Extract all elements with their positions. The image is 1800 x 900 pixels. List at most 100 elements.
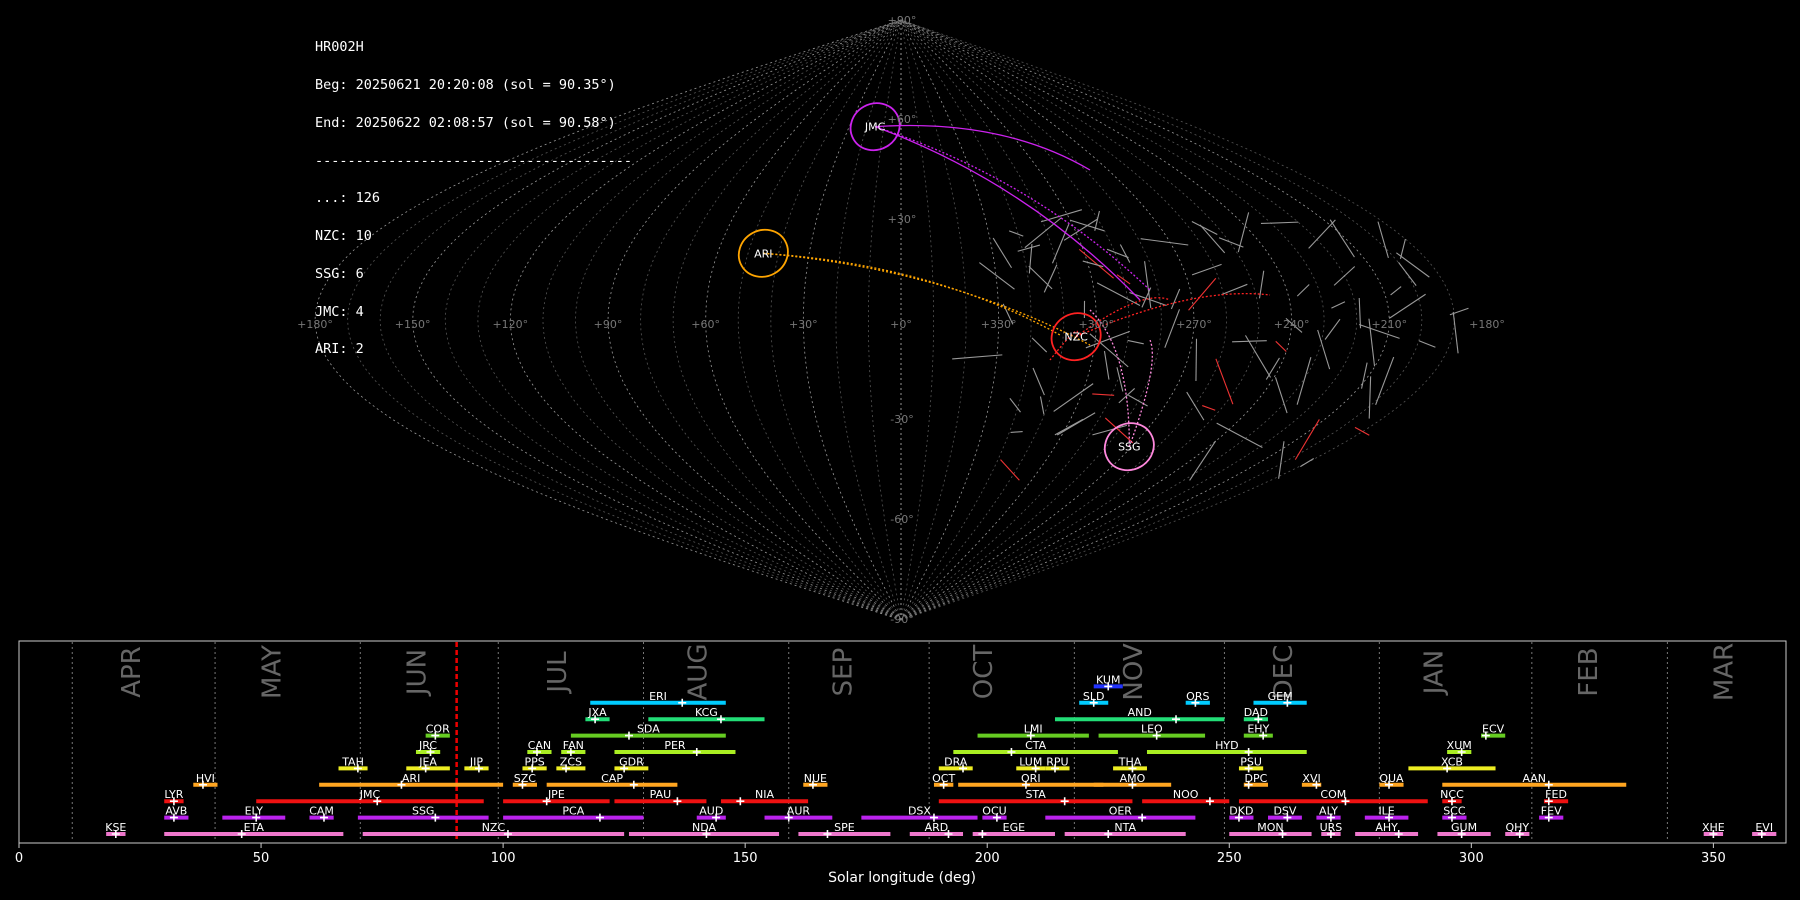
shower-label: ERI	[649, 690, 667, 703]
shower-label: JRC	[418, 739, 437, 752]
shower-label: AUR	[787, 805, 811, 818]
shower-label: SDA	[637, 723, 660, 736]
shower-label: CAN	[528, 739, 551, 752]
shower-label: CAP	[601, 772, 623, 785]
peak-marker	[1060, 797, 1069, 806]
peak-marker	[673, 797, 682, 806]
shower-bars: KUM ERI SLD ORS GEM JXA KCG AND DAD COR SDA LMI LEO E…	[105, 673, 1777, 838]
shower-label: AND	[1128, 706, 1152, 719]
shower-label: ORS	[1186, 690, 1209, 703]
x-tick-label: 200	[975, 851, 1000, 866]
shower-label: AHY	[1375, 821, 1398, 834]
shower-label: ECV	[1482, 723, 1505, 736]
shower-label: SLD	[1083, 690, 1105, 703]
shower-label: ARI	[402, 772, 420, 785]
begin-time: Beg: 20250621 20:20:08 (sol = 90.35°)	[315, 76, 616, 93]
x-tick-label: 0	[15, 851, 23, 866]
shower-label: FAN	[563, 739, 584, 752]
detection-summary: HR002H Beg: 20250621 20:20:08 (sol = 90.…	[315, 16, 632, 369]
shower-label: PSU	[1240, 755, 1262, 768]
shower-label: ILE	[1378, 805, 1394, 818]
shower-label: ETA	[244, 821, 265, 834]
shower-label: SCC	[1443, 805, 1466, 818]
shower-label: OCU	[982, 805, 1006, 818]
month-label: MAR	[1710, 643, 1740, 701]
shower-label: ELY	[245, 805, 264, 818]
shower-label: EVI	[1755, 821, 1773, 834]
count-jmc: JMC: 4	[315, 303, 364, 320]
x-axis-label: Solar longitude (deg)	[828, 870, 976, 886]
shower-label: NUE	[804, 772, 827, 785]
peak-marker	[1007, 748, 1016, 756]
shower-label: XUM	[1447, 739, 1472, 752]
count-ssg: SSG: 6	[315, 265, 364, 282]
shower-label: JXA	[587, 706, 607, 719]
shower-label: SZC	[514, 772, 537, 785]
shower-label: HVI	[196, 772, 215, 785]
shower-label: ZCS	[560, 755, 582, 768]
shower-label: OER	[1109, 805, 1133, 818]
shower-label: XHE	[1702, 821, 1725, 834]
shower-label: SPE	[834, 821, 855, 834]
count-sporadic: ...: 126	[315, 190, 381, 207]
shower-label: AUD	[699, 805, 723, 818]
shower-label: COR	[426, 723, 450, 736]
x-tick-label: 350	[1701, 851, 1726, 866]
shower-timeline: APR MAY JUN JUL AUG SEP OCT NOV DEC JAN FEB MAR KUM…	[15, 640, 1787, 886]
month-label: NOV	[1119, 643, 1149, 700]
shower-label: DAD	[1244, 706, 1268, 719]
shower-label: KCG	[695, 706, 718, 719]
shower-label: NZC	[482, 821, 506, 834]
peak-marker	[1205, 797, 1214, 806]
shower-label: DSX	[908, 805, 931, 818]
count-nzc: NZC: 10	[315, 228, 372, 245]
shower-label: THA	[1118, 755, 1142, 768]
shower-label: KSE	[105, 821, 126, 834]
peak-marker	[823, 830, 832, 838]
x-tick-label: 250	[1217, 851, 1242, 866]
shower-label: CAM	[309, 805, 334, 818]
month-label: JUL	[543, 651, 573, 695]
shower-label: PCA	[562, 805, 584, 818]
shower-label: NIA	[755, 788, 774, 801]
x-tick-label: 150	[733, 851, 758, 866]
shower-label: DPC	[1245, 772, 1268, 785]
shower-label: COM	[1320, 788, 1346, 801]
month-label: FEB	[1574, 647, 1604, 696]
shower-label: JPE	[547, 788, 565, 801]
month-label: AUG	[683, 644, 713, 701]
shower-label: PPS	[524, 755, 544, 768]
shower-label: JIP	[469, 755, 483, 768]
shower-label: DRA	[944, 755, 968, 768]
shower-label: TAH	[341, 755, 364, 768]
shower-label: ARD	[925, 821, 949, 834]
shower-label: AAN	[1522, 772, 1546, 785]
peak-marker	[716, 715, 725, 724]
shower-label: QHY	[1505, 821, 1529, 834]
shower-label: NCC	[1440, 788, 1464, 801]
peak-marker	[1138, 813, 1147, 822]
x-axis: 0 50 100 150 200 250 300 350	[15, 843, 1726, 866]
shower-label: LUM	[1019, 755, 1042, 768]
shower-label: NDA	[692, 821, 717, 834]
peak-marker	[624, 731, 633, 740]
shower-label: XVI	[1302, 772, 1320, 785]
shower-label: GUM	[1451, 821, 1477, 834]
peak-marker	[978, 830, 987, 838]
shower-label: RPU	[1046, 755, 1068, 768]
shower-label: LMI	[1024, 723, 1043, 736]
shower-label: AMO	[1120, 772, 1146, 785]
shower-label: QUA	[1379, 772, 1404, 785]
shower-label: EGE	[1003, 821, 1025, 834]
month-label: JAN	[1419, 650, 1449, 696]
shower-label: GDR	[619, 755, 644, 768]
shower-label: FEV	[1541, 805, 1562, 818]
shower-label: OCT	[932, 772, 955, 785]
x-tick-label: 100	[491, 851, 516, 866]
shower-label: KUM	[1096, 673, 1120, 686]
shower-label: XCB	[1441, 755, 1463, 768]
shower-label: GEM	[1268, 690, 1293, 703]
shower-label: LEO	[1141, 723, 1163, 736]
shower-label: NOO	[1173, 788, 1199, 801]
count-ari: ARI: 2	[315, 341, 364, 358]
